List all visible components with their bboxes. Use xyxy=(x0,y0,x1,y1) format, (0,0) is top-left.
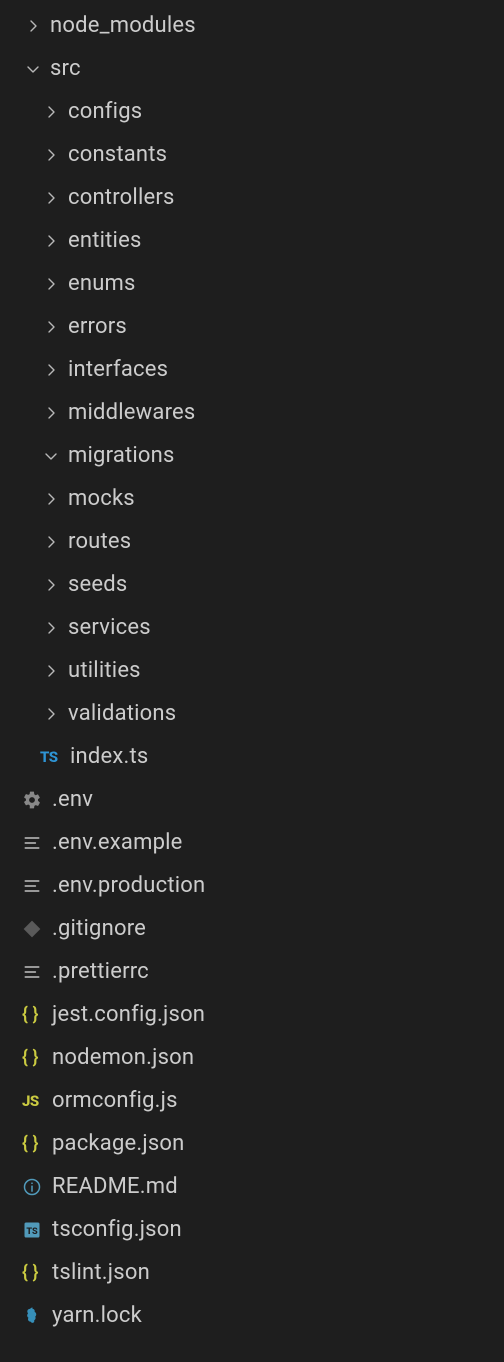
tree-item-label: tslint.json xyxy=(52,1260,150,1285)
chevron-right-icon[interactable] xyxy=(40,703,62,725)
tree-item[interactable]: { }package.json xyxy=(0,1122,504,1165)
chevron-right-icon[interactable] xyxy=(40,660,62,682)
chevron-right-icon[interactable] xyxy=(40,144,62,166)
tree-item-label: nodemon.json xyxy=(52,1045,194,1070)
chevron-down-icon[interactable] xyxy=(40,445,62,467)
tree-item[interactable]: .env xyxy=(0,778,504,821)
lines-file-icon xyxy=(22,874,52,898)
json-file-icon: { } xyxy=(22,1261,52,1285)
yarn-file-icon xyxy=(22,1304,52,1328)
tree-item-label: middlewares xyxy=(68,400,195,425)
json-file-icon: { } xyxy=(22,1132,52,1156)
tree-item[interactable]: .env.production xyxy=(0,864,504,907)
tree-item-label: configs xyxy=(68,99,142,124)
tree-item[interactable]: errors xyxy=(0,305,504,348)
tree-item[interactable]: { }nodemon.json xyxy=(0,1036,504,1079)
tree-item-label: constants xyxy=(68,142,167,167)
svg-text:TS: TS xyxy=(26,1227,38,1237)
tree-item[interactable]: entities xyxy=(0,219,504,262)
tree-item[interactable]: routes xyxy=(0,520,504,563)
tree-item-label: package.json xyxy=(52,1131,185,1156)
chevron-right-icon[interactable] xyxy=(40,187,62,209)
tree-item-label: .prettierrc xyxy=(52,959,149,984)
tree-item-label: tsconfig.json xyxy=(52,1217,182,1242)
tree-item[interactable]: migrations xyxy=(0,434,504,477)
tree-item-label: ormconfig.js xyxy=(52,1088,178,1113)
tree-item[interactable]: mocks xyxy=(0,477,504,520)
tree-item-label: node_modules xyxy=(50,13,196,38)
tree-item[interactable]: yarn.lock xyxy=(0,1294,504,1337)
tree-item-label: yarn.lock xyxy=(52,1303,142,1328)
tree-item-label: .env.example xyxy=(52,830,183,855)
chevron-right-icon[interactable] xyxy=(40,101,62,123)
json-file-icon: { } xyxy=(22,1003,52,1027)
tree-item[interactable]: { }jest.config.json xyxy=(0,993,504,1036)
tree-item[interactable]: .gitignore xyxy=(0,907,504,950)
chevron-right-icon[interactable] xyxy=(40,316,62,338)
chevron-right-icon[interactable] xyxy=(40,402,62,424)
tree-item-label: routes xyxy=(68,529,131,554)
ts-file-icon: TS xyxy=(40,745,70,769)
tsconfig-file-icon: TS xyxy=(22,1218,52,1242)
tree-item[interactable]: TS tsconfig.json xyxy=(0,1208,504,1251)
chevron-right-icon[interactable] xyxy=(40,617,62,639)
tree-item-label: migrations xyxy=(68,443,175,468)
js-file-icon: JS xyxy=(22,1089,52,1113)
tree-item-label: jest.config.json xyxy=(52,1002,205,1027)
git-file-icon xyxy=(22,917,52,941)
tree-item[interactable]: interfaces xyxy=(0,348,504,391)
tree-item-label: enums xyxy=(68,271,136,296)
tree-item-label: interfaces xyxy=(68,357,168,382)
json-file-icon: { } xyxy=(22,1046,52,1070)
chevron-down-icon[interactable] xyxy=(22,58,44,80)
lines-file-icon xyxy=(22,831,52,855)
tree-item-label: errors xyxy=(68,314,127,339)
chevron-right-icon[interactable] xyxy=(40,273,62,295)
tree-item[interactable]: README.md xyxy=(0,1165,504,1208)
tree-item[interactable]: configs xyxy=(0,90,504,133)
chevron-right-icon[interactable] xyxy=(40,230,62,252)
chevron-right-icon[interactable] xyxy=(40,359,62,381)
tree-item-label: seeds xyxy=(68,572,127,597)
tree-item[interactable]: constants xyxy=(0,133,504,176)
tree-item[interactable]: .prettierrc xyxy=(0,950,504,993)
tree-item-label: index.ts xyxy=(70,744,148,769)
tree-item-label: entities xyxy=(68,228,142,253)
tree-item-label: .env.production xyxy=(52,873,205,898)
tree-item[interactable]: utilities xyxy=(0,649,504,692)
tree-item-label: mocks xyxy=(68,486,135,511)
tree-item-label: .gitignore xyxy=(52,916,146,941)
tree-item[interactable]: middlewares xyxy=(0,391,504,434)
tree-item[interactable]: .env.example xyxy=(0,821,504,864)
chevron-right-icon[interactable] xyxy=(22,15,44,37)
tree-item[interactable]: controllers xyxy=(0,176,504,219)
tree-item[interactable]: seeds xyxy=(0,563,504,606)
gear-file-icon xyxy=(22,788,52,812)
tree-item-label: README.md xyxy=(52,1174,178,1199)
tree-item[interactable]: JSormconfig.js xyxy=(0,1079,504,1122)
chevron-right-icon[interactable] xyxy=(40,488,62,510)
tree-item-label: .env xyxy=(52,787,93,812)
chevron-right-icon[interactable] xyxy=(40,531,62,553)
lines-file-icon xyxy=(22,960,52,984)
info-file-icon xyxy=(22,1175,52,1199)
tree-item[interactable]: services xyxy=(0,606,504,649)
tree-item[interactable]: enums xyxy=(0,262,504,305)
tree-item[interactable]: TSindex.ts xyxy=(0,735,504,778)
tree-item-label: validations xyxy=(68,701,176,726)
tree-item[interactable]: { }tslint.json xyxy=(0,1251,504,1294)
tree-item[interactable]: src xyxy=(0,47,504,90)
tree-item-label: services xyxy=(68,615,151,640)
tree-item[interactable]: node_modules xyxy=(0,4,504,47)
file-explorer-tree: node_modulessrc configs constants controlle… xyxy=(0,4,504,1337)
tree-item-label: utilities xyxy=(68,658,141,683)
tree-item-label: controllers xyxy=(68,185,175,210)
chevron-right-icon[interactable] xyxy=(40,574,62,596)
tree-item-label: src xyxy=(50,56,81,81)
tree-item[interactable]: validations xyxy=(0,692,504,735)
